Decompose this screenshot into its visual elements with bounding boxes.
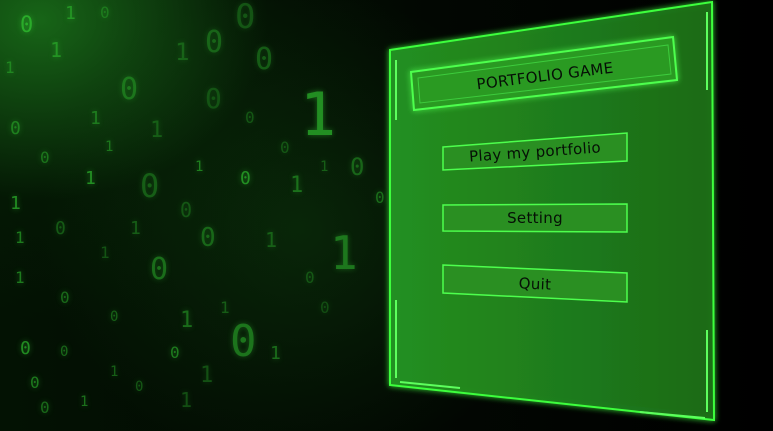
quit-button-label: Quit <box>518 274 552 294</box>
play-button-label: Play my portfolio <box>468 138 602 166</box>
setting-button-label: Setting <box>507 209 563 227</box>
title-label: PORTFOLIO GAME <box>475 58 615 94</box>
setting-button[interactable]: Setting <box>443 204 627 232</box>
